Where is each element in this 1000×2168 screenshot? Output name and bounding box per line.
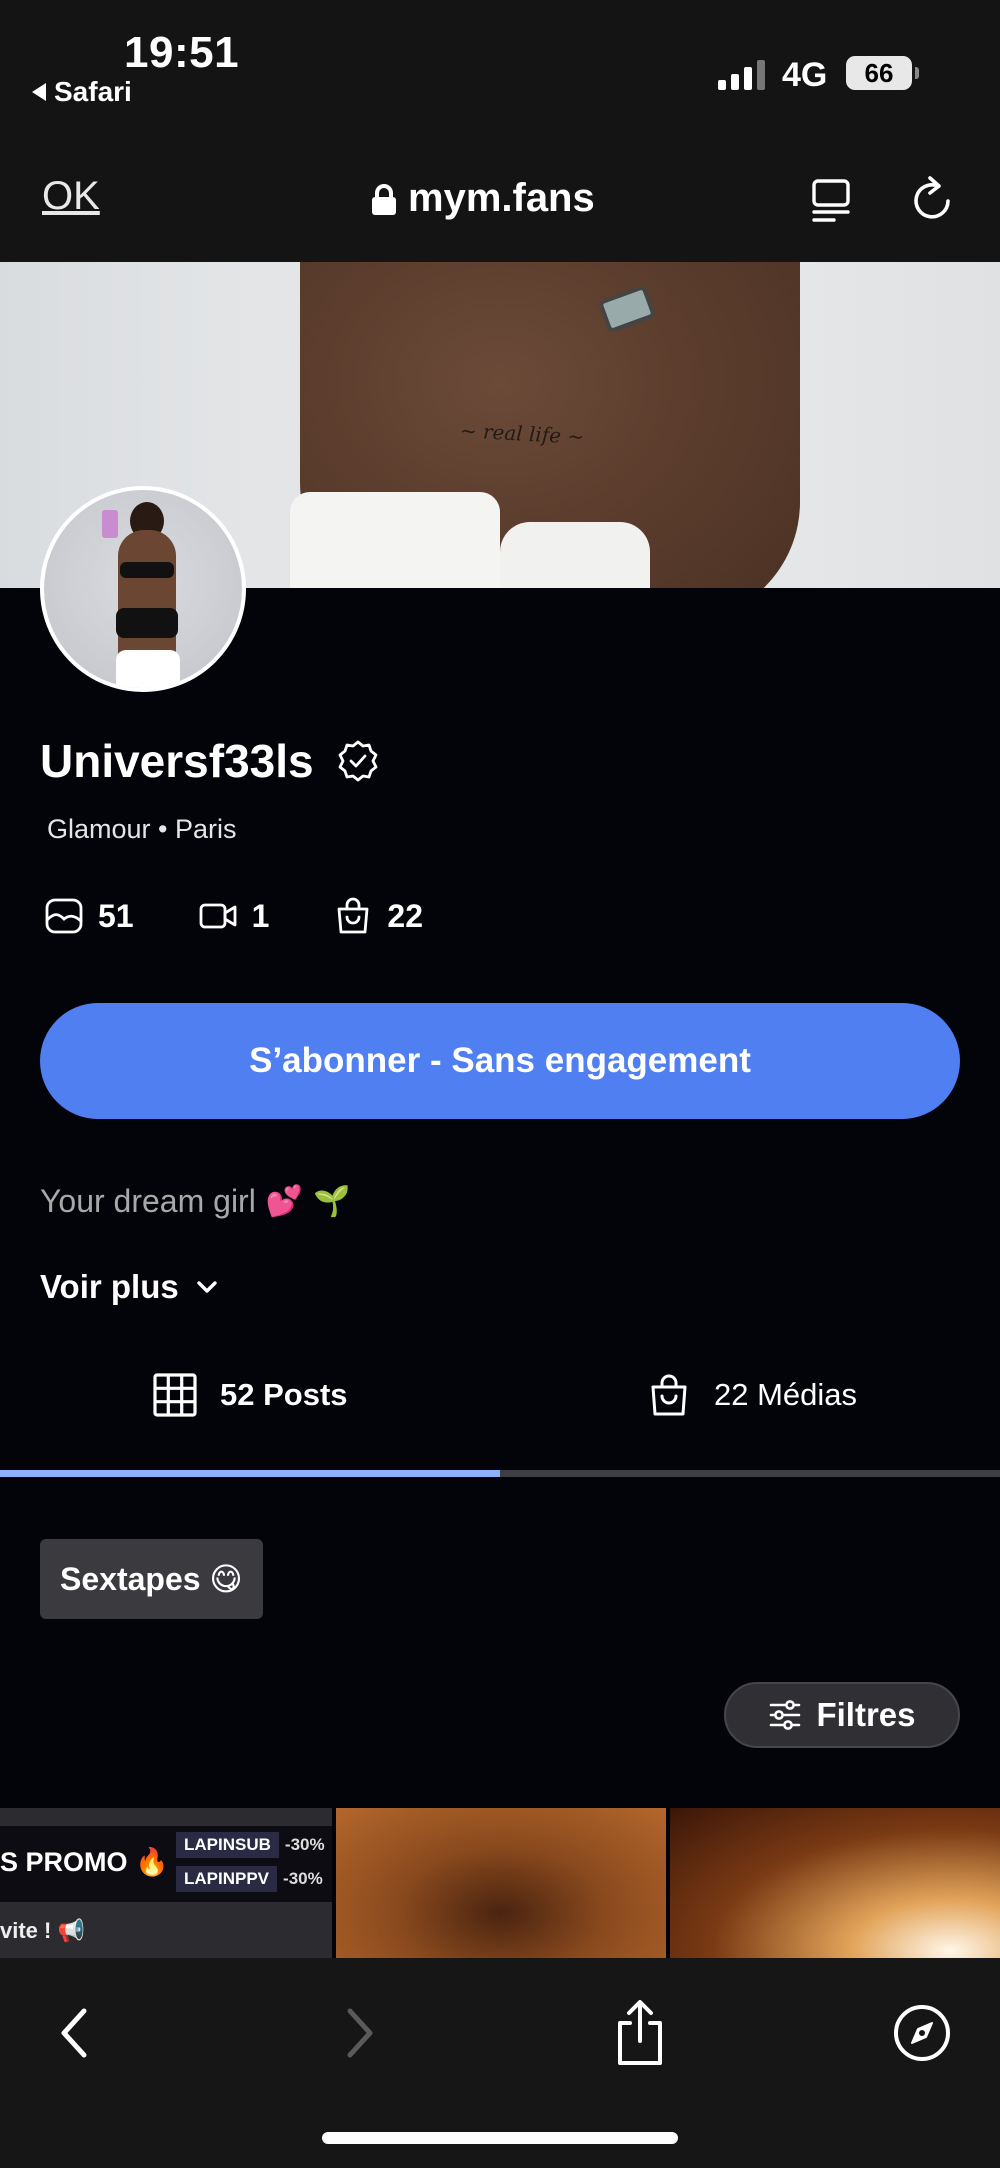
status-bar: 19:51 Safari 4G 66 [0,0,1000,150]
back-app-label: Safari [54,76,132,107]
stat-videos: 1 [198,896,270,936]
avatar[interactable] [40,486,246,692]
photos-count: 51 [98,897,134,934]
promo-code: LAPINSUB -30% [176,1830,325,1860]
grid-item-blurred[interactable] [336,1808,666,1958]
sliders-icon [770,1700,801,1730]
stat-purchases: 22 [333,896,423,936]
signal-icon [718,58,765,90]
profile-stats: 51 1 22 [44,896,487,936]
back-icon[interactable] [44,1998,104,2068]
sprout-emoji: 🌱 [313,1185,351,1218]
verified-badge-icon [338,740,378,782]
photo-icon [45,898,83,934]
lock-icon [372,183,396,215]
address-field[interactable]: mym.fans [372,176,595,221]
tab-media[interactable]: 22 Médias [646,1372,857,1418]
promo-note: vite ! 📢 [0,1918,85,1943]
category-chip[interactable]: Sextapes 😋 [40,1539,263,1619]
videos-count: 1 [251,897,270,934]
hearts-emoji: 💕 [265,1185,304,1218]
media-grid: S PROMO 🔥 LAPINSUB -30% LAPINPPV -30% vi… [0,1808,1000,1958]
filters-label: Filtres [816,1696,916,1733]
tab-media-label: 22 Médias [714,1377,858,1412]
profile-subtitle: Glamour • Paris [47,814,237,844]
profile-username: Universf33ls [40,734,380,788]
url-domain: mym.fans [408,176,595,220]
url-bar: OK mym.fans [0,150,1000,262]
reader-mode-icon[interactable] [808,176,856,224]
promo-code: LAPINPPV -30% [176,1864,323,1894]
promo-title: S PROMO 🔥 [0,1847,169,1877]
see-more-label: Voir plus [40,1268,179,1305]
stat-photos: 51 [44,896,134,936]
see-more-button[interactable]: Voir plus [40,1268,221,1306]
back-to-safari[interactable]: Safari [32,76,132,108]
status-time: 19:51 [124,28,240,77]
filters-button[interactable]: Filtres [724,1682,960,1748]
forward-icon[interactable] [330,1998,390,2068]
tab-indicator-active [0,1470,500,1477]
home-indicator[interactable] [322,2132,678,2144]
chevron-down-icon [197,1281,217,1293]
reload-icon[interactable] [908,174,956,224]
username-text: Universf33ls [40,735,314,787]
subscribe-button[interactable]: S’abonner - Sans engagement [40,1003,960,1119]
battery-icon: 66 [846,56,919,90]
tab-posts-label: 52 Posts [220,1377,348,1412]
done-button[interactable]: OK [42,174,100,219]
bag-icon [651,1374,687,1416]
grid-icon [153,1373,197,1417]
purchases-count: 22 [387,897,423,934]
network-label: 4G [782,56,828,94]
tab-indicator [0,1470,1000,1477]
shopping-bag-icon [337,897,369,934]
share-icon[interactable] [610,1998,670,2068]
compass-icon[interactable] [892,1998,952,2068]
tab-posts[interactable]: 52 Posts [152,1372,348,1418]
back-arrow-icon [32,83,46,101]
profile-bio: Your dream girl 💕 🌱 [40,1183,351,1220]
grid-item-promo[interactable]: S PROMO 🔥 LAPINSUB -30% LAPINPPV -30% vi… [0,1808,332,1958]
grid-item-blurred[interactable] [670,1808,1000,1958]
bio-text: Your dream girl [40,1183,256,1219]
video-icon [199,903,236,929]
